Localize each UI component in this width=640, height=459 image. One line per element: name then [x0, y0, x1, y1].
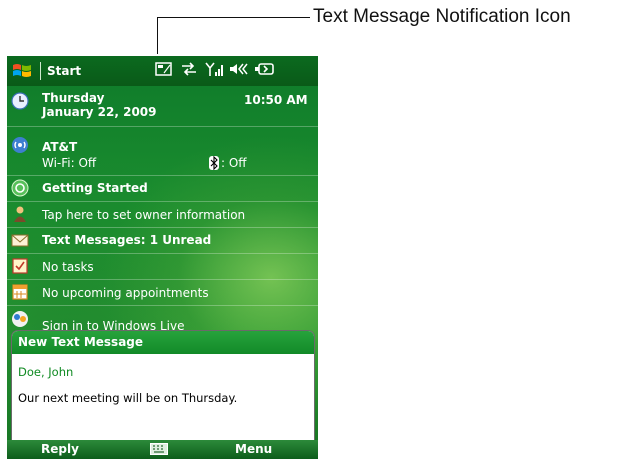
keyboard-icon[interactable]: [150, 443, 168, 455]
date-time-row[interactable]: Thursday January 22, 2009 10:50 AM: [7, 86, 318, 127]
popup-body: Our next meeting will be on Thursday.: [18, 391, 238, 405]
reply-softkey[interactable]: Reply: [41, 442, 79, 456]
owner-label: Tap here to set owner information: [42, 208, 246, 222]
windows-live-row[interactable]: Sign in to Windows Live: [7, 306, 318, 333]
wifi-status[interactable]: Wi-Fi: Off: [42, 156, 96, 170]
tasks-label: No tasks: [42, 260, 94, 274]
time-label: 10:50 AM: [244, 93, 308, 107]
appointments-row[interactable]: No upcoming appointments: [7, 280, 318, 306]
bluetooth-icon[interactable]: [209, 156, 219, 170]
callout-leader-drop: [157, 17, 158, 54]
owner-icon: [14, 206, 26, 222]
calendar-icon: [12, 284, 28, 300]
envelope-icon: [11, 234, 29, 247]
softkey-bar: Reply Menu: [7, 440, 318, 459]
menu-softkey[interactable]: Menu: [235, 442, 272, 456]
getting-started-row[interactable]: Getting Started: [7, 176, 318, 202]
connectivity-icon[interactable]: [180, 61, 198, 77]
getting-started-label: Getting Started: [42, 181, 148, 195]
owner-info-row[interactable]: Tap here to set owner information: [7, 202, 318, 228]
messages-label: Text Messages: 1 Unread: [42, 233, 212, 247]
start-separator: [40, 62, 41, 80]
messages-row[interactable]: Text Messages: 1 Unread: [7, 228, 318, 254]
connectivity-row[interactable]: AT&T Wi-Fi: Off : Off: [7, 127, 318, 176]
popup-sender[interactable]: Doe, John: [18, 365, 73, 379]
appointments-label: No upcoming appointments: [42, 286, 209, 300]
callout-label: Text Message Notification Icon: [313, 6, 571, 27]
volume-icon[interactable]: [229, 61, 249, 77]
date-label: January 22, 2009: [42, 105, 157, 119]
title-bar: Start: [7, 56, 318, 86]
callout-leader-line: [157, 17, 310, 18]
bluetooth-status: : Off: [221, 156, 247, 170]
tasks-row[interactable]: No tasks: [7, 254, 318, 280]
windows-live-icon: [12, 311, 28, 327]
wireless-icon: [12, 137, 28, 153]
new-message-popup[interactable]: New Text Message Doe, John Our next meet…: [11, 330, 315, 442]
start-label[interactable]: Start: [47, 64, 81, 78]
text-message-notification-icon[interactable]: [155, 61, 173, 77]
carrier-label: AT&T: [42, 140, 78, 154]
signal-icon[interactable]: [205, 61, 223, 77]
windows-start-icon[interactable]: [12, 62, 32, 80]
day-label: Thursday: [42, 91, 105, 105]
getting-started-icon: [11, 179, 29, 197]
tasks-icon: [12, 258, 28, 274]
battery-icon[interactable]: [254, 61, 276, 77]
popup-title: New Text Message: [12, 331, 314, 354]
clock-icon: [11, 92, 29, 110]
device-screen: Start Thursday January 22, 2009 10:50 AM…: [7, 56, 318, 459]
